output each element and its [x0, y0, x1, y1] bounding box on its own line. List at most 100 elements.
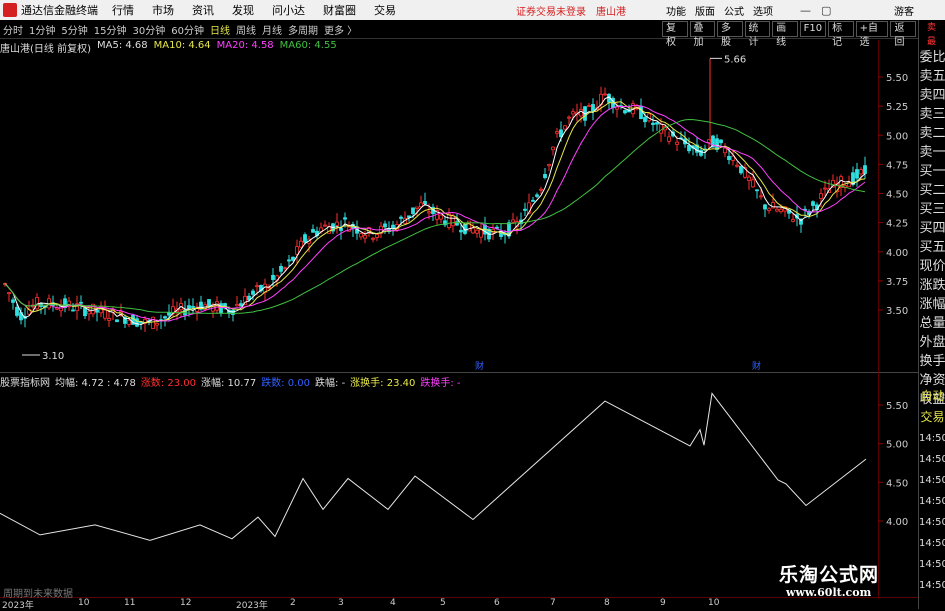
candle-body: [411, 207, 415, 214]
ind-tick-label: 4.50: [886, 478, 908, 489]
candle-body: [335, 221, 339, 226]
candle-body: [471, 227, 475, 234]
candle-body: [191, 306, 195, 308]
candle-body: [83, 307, 87, 317]
candle-body: [423, 201, 427, 205]
side-lower-item: 自动: [920, 389, 945, 403]
candle-body: [687, 144, 691, 152]
side-lower-item: 14:50: [919, 559, 945, 570]
kline-chart[interactable]: 5.50 5.25 5.00 4.75 4.50 4.25 4.00 3.75 3.50 5.50…: [0, 0, 945, 609]
candle-body: [447, 213, 451, 228]
candle-body: [543, 173, 547, 179]
candle-body: [15, 306, 19, 316]
ma10-line: [4, 101, 866, 324]
watermark-url: www.60lt.com: [786, 586, 872, 599]
candle-body: [303, 234, 307, 243]
candle-body: [855, 169, 859, 179]
future-data-note: 周期到未来数据: [3, 589, 73, 600]
candle-body: [651, 122, 655, 125]
candle-body: [539, 188, 543, 191]
candle-body: [7, 292, 11, 295]
date-tick-label: 10: [78, 598, 90, 608]
candle-body: [587, 105, 591, 107]
candle-body: [727, 155, 731, 161]
date-tick-label: 7: [550, 598, 556, 608]
side-item: 外盘: [919, 335, 945, 350]
candle-body: [251, 290, 255, 295]
side-top-label-2[interactable]: 最: [919, 34, 944, 48]
candle-body: [163, 316, 167, 319]
side-item: 现价: [919, 259, 945, 274]
candle-body: [107, 318, 111, 321]
candle-body: [451, 215, 455, 227]
price-tick-label: 5.50: [886, 73, 908, 84]
candle-body: [35, 296, 39, 310]
date-tick-label: 10: [708, 598, 720, 608]
indicator-line: [0, 392, 867, 541]
candle-body: [115, 319, 119, 323]
candle-body: [71, 309, 75, 312]
candle-body: [127, 319, 131, 325]
side-item: 卖四: [919, 88, 945, 103]
price-tick-label: 4.50: [886, 190, 908, 201]
ma60-line: [4, 118, 866, 315]
side-lower-item: 14:50: [919, 517, 945, 528]
candle-body: [747, 176, 751, 182]
date-tick-label: 9: [660, 598, 666, 608]
candle-body: [639, 105, 643, 120]
candle-body: [523, 208, 527, 211]
date-tick-label: 11: [124, 598, 136, 608]
candle-body: [207, 299, 211, 307]
high-label: 5.66: [724, 54, 746, 65]
candle-body: [863, 165, 867, 174]
date-tick-label: 8: [604, 598, 610, 608]
candle-body: [287, 259, 291, 262]
candle-body: [391, 224, 395, 229]
candle-body: [219, 303, 223, 314]
candle-body: [295, 246, 299, 255]
candle-body: [475, 229, 479, 234]
side-lower-item: 14:50: [919, 496, 945, 507]
candle-body: [279, 265, 283, 272]
candle-body: [775, 208, 779, 212]
candle-body: [271, 274, 275, 280]
finance-marker[interactable]: 财: [752, 360, 761, 372]
candle-body: [547, 164, 551, 167]
finance-marker[interactable]: 财: [475, 360, 484, 372]
side-top-label[interactable]: 卖: [919, 20, 944, 34]
candle-body: [591, 104, 595, 112]
candle-body: [811, 201, 815, 206]
side-item: 买三: [919, 202, 945, 217]
price-tick-label: 5.00: [886, 131, 908, 142]
candle-body: [659, 123, 663, 134]
candle-body: [323, 224, 327, 227]
candle-body: [167, 312, 171, 316]
candle-body: [767, 208, 771, 211]
side-item: 总量: [919, 316, 945, 331]
candle-body: [555, 131, 559, 134]
price-tick-label: 3.75: [886, 277, 908, 288]
candle-body: [739, 165, 743, 174]
candle-body: [359, 233, 363, 238]
candle-body: [511, 219, 515, 223]
side-item: 涨幅: [919, 297, 945, 312]
candle-body: [399, 216, 403, 219]
candle-body: [187, 305, 191, 310]
side-lower-item: 14:50: [919, 433, 945, 444]
candle-body: [823, 187, 827, 190]
candle-body: [255, 285, 259, 288]
candle-body: [375, 233, 379, 238]
candle-body: [283, 267, 287, 270]
candle-body: [343, 217, 347, 220]
candle-body: [779, 208, 783, 213]
candle-body: [371, 237, 375, 240]
candle-body: [751, 179, 755, 188]
side-lower-item: 14:50: [919, 475, 945, 486]
candle-body: [571, 111, 575, 115]
candle-body: [95, 309, 99, 313]
side-item: 卖五: [919, 69, 945, 84]
candle-body: [759, 195, 763, 198]
ma20-line: [4, 104, 866, 322]
candle-body: [735, 164, 739, 167]
quote-side-panel: 卖 最 委比 卖五 卖四 卖三 卖二 卖一 买一 买二 买三 买四 买五 现价 涨跌 涨幅 总量 外盘 换手 净资…: [918, 20, 945, 609]
